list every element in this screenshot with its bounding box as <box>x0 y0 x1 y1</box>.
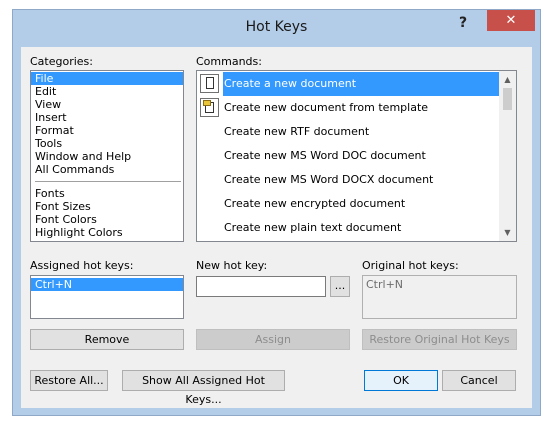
assign-button[interactable]: Assign <box>196 329 350 350</box>
command-item[interactable]: Create new MS Word DOC document <box>197 144 499 168</box>
category-item-tools[interactable]: Tools <box>31 137 183 150</box>
new-document-icon <box>200 74 219 93</box>
help-button[interactable]: ? <box>453 13 473 33</box>
original-hot-key-value: Ctrl+N <box>366 278 404 291</box>
category-item-highlight-colors[interactable]: Highlight Colors <box>31 226 183 239</box>
category-item-font-sizes[interactable]: Font Sizes <box>31 200 183 213</box>
command-item[interactable]: Create new plain text document <box>197 216 499 240</box>
assigned-hot-keys-list[interactable]: Ctrl+N <box>30 275 184 319</box>
category-separator <box>35 181 181 182</box>
scroll-down-icon[interactable]: ▼ <box>499 224 516 241</box>
original-hot-keys-label: Original hot keys: <box>362 259 459 272</box>
category-item-file[interactable]: File <box>31 72 183 85</box>
restore-original-hot-keys-button[interactable]: Restore Original Hot Keys <box>362 329 517 350</box>
assigned-hot-keys-label: Assigned hot keys: <box>30 259 134 272</box>
category-item-view[interactable]: View <box>31 98 183 111</box>
category-item-format[interactable]: Format <box>31 124 183 137</box>
category-item-insert[interactable]: Insert <box>31 111 183 124</box>
new-hot-key-label: New hot key: <box>196 259 268 272</box>
categories-list[interactable]: File Edit View Insert Format Tools Windo… <box>30 70 184 242</box>
category-item-all-commands[interactable]: All Commands <box>31 163 183 176</box>
browse-hot-key-button[interactable]: ... <box>330 276 350 297</box>
assigned-hot-key-item[interactable]: Ctrl+N <box>31 278 183 291</box>
commands-scrollbar[interactable]: ▲ ▼ <box>499 71 516 241</box>
dialog-window: Hot Keys ? ✕ Categories: File Edit View … <box>12 9 541 416</box>
close-button[interactable]: ✕ <box>487 10 535 31</box>
scroll-up-icon[interactable]: ▲ <box>499 71 516 88</box>
ok-button[interactable]: OK <box>364 370 438 391</box>
dialog-body: Categories: File Edit View Insert Format… <box>21 47 532 408</box>
category-item-fonts[interactable]: Fonts <box>31 187 183 200</box>
cancel-button[interactable]: Cancel <box>442 370 516 391</box>
new-hot-key-input[interactable] <box>196 276 326 297</box>
category-item-font-colors[interactable]: Font Colors <box>31 213 183 226</box>
categories-label: Categories: <box>30 55 93 68</box>
command-item[interactable]: Create new RTF document <box>197 120 499 144</box>
command-item[interactable]: Create new document from template <box>197 96 499 120</box>
category-item-edit[interactable]: Edit <box>31 85 183 98</box>
category-item-window-and-help[interactable]: Window and Help <box>31 150 183 163</box>
command-item[interactable]: Create new encrypted document <box>197 192 499 216</box>
commands-label: Commands: <box>196 55 262 68</box>
command-item[interactable]: Create new MS Word DOCX document <box>197 168 499 192</box>
template-document-icon <box>200 98 219 117</box>
show-all-assigned-hot-keys-button[interactable]: Show All Assigned Hot Keys... <box>122 370 285 406</box>
original-hot-keys-box: Ctrl+N <box>362 275 517 319</box>
restore-all-button[interactable]: Restore All... <box>30 370 108 391</box>
command-item[interactable]: Create a new document <box>197 72 499 96</box>
title-bar[interactable]: Hot Keys ? ✕ <box>13 10 540 47</box>
remove-button[interactable]: Remove <box>30 329 184 350</box>
scroll-thumb[interactable] <box>503 88 512 110</box>
commands-list[interactable]: Create a new document Create new documen… <box>196 70 517 242</box>
